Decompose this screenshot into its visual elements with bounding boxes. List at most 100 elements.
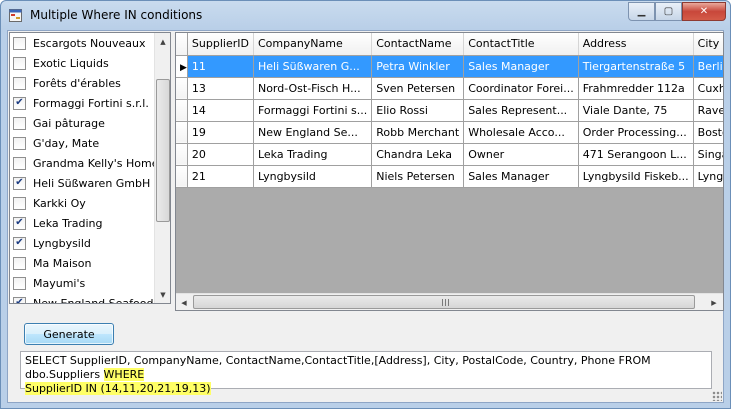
checkbox-unchecked-icon[interactable] <box>13 256 26 270</box>
sql-output-textbox[interactable]: SELECT SupplierID, CompanyName, ContactN… <box>20 351 712 395</box>
checkbox-unchecked-icon[interactable] <box>13 116 26 130</box>
checkbox-unchecked-icon[interactable] <box>13 36 26 50</box>
grid-row-header[interactable] <box>176 143 188 166</box>
grid-cell[interactable]: 20 <box>187 143 254 166</box>
grid-row[interactable]: 19 New England Se... Robb Merchant Wholesal… <box>176 121 723 144</box>
supplier-list-item[interactable]: Mayumi's <box>10 273 156 293</box>
grid-cell[interactable]: Cuxhaven <box>693 77 723 100</box>
grid-horizontal-scrollbar[interactable]: ◀ ▶ <box>176 293 723 310</box>
grid-row-header[interactable] <box>176 77 188 100</box>
grid-cell[interactable]: Sales Represent... <box>463 99 579 122</box>
grid-cell[interactable]: Formaggi Fortini s... <box>253 99 373 122</box>
supplier-list-item[interactable]: Gai pâturage <box>10 113 156 133</box>
grid-cell[interactable]: Tiergartenstraße 5 <box>578 55 694 78</box>
checkbox-unchecked-icon[interactable] <box>13 136 26 150</box>
grid-cell[interactable]: Viale Dante, 75 <box>578 99 694 122</box>
grid-cell[interactable]: Boston <box>693 121 723 144</box>
grid-cell[interactable]: Owner <box>463 143 579 166</box>
grid-cell[interactable]: 13 <box>187 77 254 100</box>
scroll-down-arrow-icon[interactable]: ▼ <box>155 286 170 303</box>
checkbox-unchecked-icon[interactable] <box>13 156 26 170</box>
grid-cell[interactable]: 14 <box>187 99 254 122</box>
checkbox-checked-icon[interactable]: ✔ <box>13 296 26 303</box>
checkbox-checked-icon[interactable]: ✔ <box>13 96 26 110</box>
supplier-list-item[interactable]: G'day, Mate <box>10 133 156 153</box>
scroll-up-arrow-icon[interactable]: ▲ <box>155 33 170 50</box>
grid-row[interactable]: 21 Lyngbysild Niels Petersen Sales Manager L… <box>176 165 723 188</box>
grid-cell[interactable]: Order Processing... <box>578 121 694 144</box>
grid-cell[interactable]: Frahmredder 112a <box>578 77 694 100</box>
grid-scroll-thumb[interactable] <box>193 295 695 309</box>
grid-cell[interactable]: Lyngby <box>693 165 723 188</box>
grid-cell[interactable]: Leka Trading <box>253 143 373 166</box>
grid-cell[interactable]: Coordinator Forei... <box>463 77 579 100</box>
grid-column-header[interactable]: CompanyName <box>253 33 373 56</box>
generate-button[interactable]: Generate <box>24 323 114 345</box>
supplier-list-item[interactable]: Escargots Nouveaux <box>10 33 156 53</box>
checkbox-checked-icon[interactable]: ✔ <box>13 216 26 230</box>
checkbox-checked-icon[interactable]: ✔ <box>13 236 26 250</box>
suppliers-checked-list[interactable]: Escargots Nouveaux Exotic Liquids Forêts d… <box>9 32 171 304</box>
list-scroll-thumb[interactable] <box>156 79 170 222</box>
grid-row-header[interactable] <box>176 165 188 188</box>
grid-cell[interactable]: Sales Manager <box>463 165 579 188</box>
grid-cell[interactable]: Lyngbysild Fiskeb... <box>578 165 694 188</box>
grid-cell[interactable]: Nord-Ost-Fisch H... <box>253 77 373 100</box>
supplier-list-item[interactable]: ✔ Heli Süßwaren GmbH & Co. KG <box>10 173 156 193</box>
grid-cell[interactable]: New England Se... <box>253 121 373 144</box>
checkbox-unchecked-icon[interactable] <box>13 76 26 90</box>
grid-column-header[interactable]: Address <box>578 33 694 56</box>
grid-column-header[interactable]: ContactTitle <box>463 33 579 56</box>
checkbox-unchecked-icon[interactable] <box>13 196 26 210</box>
checkbox-unchecked-icon[interactable] <box>13 56 26 70</box>
grid-cell[interactable]: 11 <box>187 55 254 78</box>
suppliers-data-grid[interactable]: SupplierID CompanyName ContactName ContactT… <box>175 32 724 311</box>
grid-cell[interactable]: Niels Petersen <box>371 165 465 188</box>
grid-cell[interactable]: Sven Petersen <box>371 77 465 100</box>
grid-cell[interactable]: Sales Manager <box>463 55 579 78</box>
grid-row-header[interactable] <box>176 99 188 122</box>
minimize-button[interactable]: ▁ <box>628 2 655 21</box>
grid-row[interactable]: ▶ 11 Heli Süßwaren G... Petra Winkler Sales … <box>176 55 723 78</box>
checkbox-unchecked-icon[interactable] <box>13 276 26 290</box>
grid-row-header[interactable]: ▶ <box>176 55 188 78</box>
grid-cell[interactable]: 471 Serangoon L... <box>578 143 694 166</box>
grid-cell[interactable]: 21 <box>187 165 254 188</box>
supplier-list-item[interactable]: Ma Maison <box>10 253 156 273</box>
grid-cell[interactable]: Heli Süßwaren G... <box>253 55 373 78</box>
close-button[interactable]: ✕ <box>682 2 726 21</box>
grid-column-header[interactable]: ContactName <box>371 33 465 56</box>
maximize-button[interactable]: ▢ <box>655 2 682 21</box>
grid-corner-header[interactable] <box>176 33 188 56</box>
supplier-list-item[interactable]: ✔ Leka Trading <box>10 213 156 233</box>
title-bar[interactable]: Multiple Where IN conditions ▁ ▢ ✕ <box>1 1 730 30</box>
supplier-list-item[interactable]: ✔ Lyngbysild <box>10 233 156 253</box>
grid-cell[interactable]: Lyngbysild <box>253 165 373 188</box>
list-vertical-scrollbar[interactable]: ▲ ▼ <box>154 33 170 303</box>
grid-row[interactable]: 14 Formaggi Fortini s... Elio Rossi Sales R… <box>176 99 723 122</box>
scroll-right-arrow-icon[interactable]: ▶ <box>706 294 722 310</box>
supplier-list-item[interactable]: Karkki Oy <box>10 193 156 213</box>
supplier-list-item[interactable]: Grandma Kelly's Homestead <box>10 153 156 173</box>
supplier-list-item[interactable]: ✔ Formaggi Fortini s.r.l. <box>10 93 156 113</box>
grid-cell[interactable]: Petra Winkler <box>371 55 465 78</box>
supplier-list-item[interactable]: Exotic Liquids <box>10 53 156 73</box>
grid-row-header[interactable] <box>176 121 188 144</box>
grid-cell[interactable]: Robb Merchant <box>371 121 465 144</box>
grid-row[interactable]: 13 Nord-Ost-Fisch H... Sven Petersen Coordi… <box>176 77 723 100</box>
supplier-list-item[interactable]: ✔ New England Seafood Cannery <box>10 293 156 303</box>
grid-column-header[interactable]: City <box>693 33 723 56</box>
grid-cell[interactable]: 19 <box>187 121 254 144</box>
grid-cell[interactable]: Wholesale Acco... <box>463 121 579 144</box>
checkbox-checked-icon[interactable]: ✔ <box>13 176 26 190</box>
grid-column-header[interactable]: SupplierID <box>187 33 254 56</box>
grid-cell[interactable]: Elio Rossi <box>371 99 465 122</box>
supplier-list-item[interactable]: Forêts d'érables <box>10 73 156 93</box>
grid-cell[interactable]: Chandra Leka <box>371 143 465 166</box>
scroll-left-arrow-icon[interactable]: ◀ <box>176 294 192 310</box>
resize-grip-icon[interactable] <box>712 391 722 401</box>
grid-cell[interactable]: Ravenna <box>693 99 723 122</box>
grid-row[interactable]: 20 Leka Trading Chandra Leka Owner 471 Seran… <box>176 143 723 166</box>
grid-cell[interactable]: Singapore <box>693 143 723 166</box>
grid-cell[interactable]: Berlin <box>693 55 723 78</box>
